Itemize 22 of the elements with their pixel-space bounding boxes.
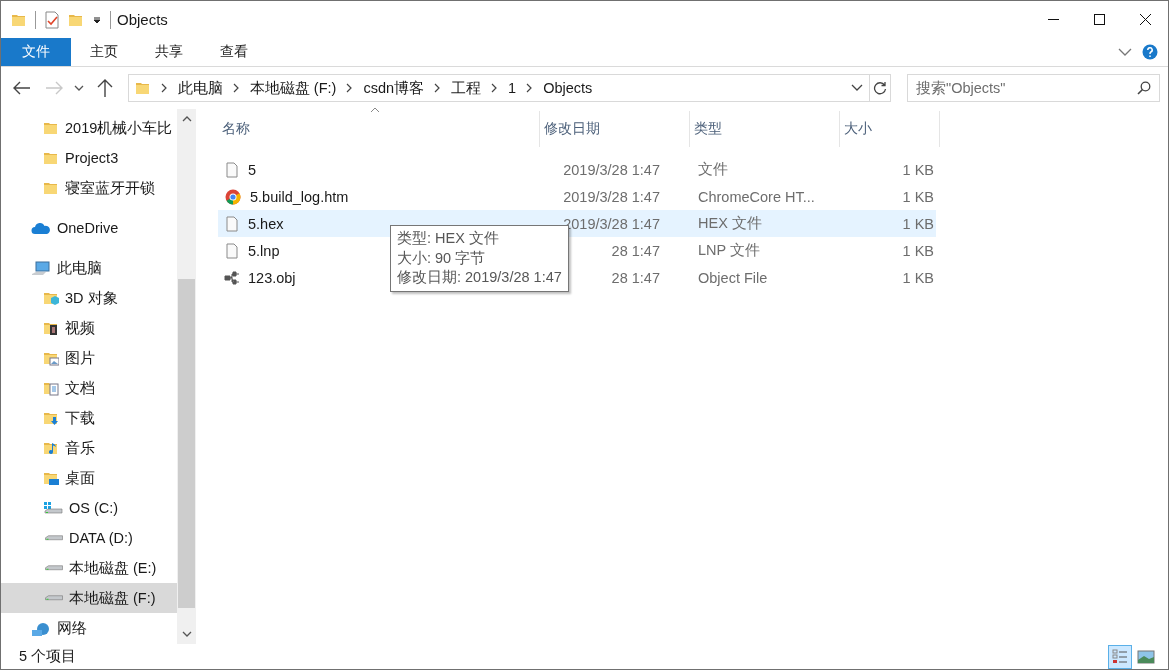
type-cell-text: Object File [697, 269, 769, 286]
file-name: 5.lnp [248, 242, 280, 259]
window-title: Objects [117, 11, 168, 28]
size-cell-text: 1 KB [901, 161, 935, 178]
size-cell-text: 1 KB [901, 269, 935, 286]
size-cell-text: 1 KB [901, 242, 935, 259]
type-cell-text: 文件 [697, 160, 729, 179]
file-name: 123.obj [248, 269, 296, 286]
tooltip-line: 修改日期: 2019/3/28 1:47 [397, 268, 562, 287]
type-cell-text: ChromeCore HT... [697, 188, 816, 205]
type-cell-text: HEX 文件 [697, 214, 763, 233]
date-cell-text: 28 1:47 [610, 242, 660, 259]
type-cell-text: LNP 文件 [697, 241, 761, 260]
file-name: 5 [248, 161, 257, 178]
tooltip-line: 大小: 90 字节 [397, 248, 487, 268]
size-cell-text: 1 KB [901, 188, 935, 205]
file-name: 5.build_log.htm [250, 188, 349, 205]
item-count: 5 个项目 [19, 647, 77, 666]
date-cell-text: 2019/3/28 1:47 [562, 161, 660, 178]
date-cell-text: 2019/3/28 1:47 [562, 188, 660, 205]
size-cell-text: 1 KB [901, 215, 935, 232]
file-name: 5.hex [248, 215, 284, 232]
